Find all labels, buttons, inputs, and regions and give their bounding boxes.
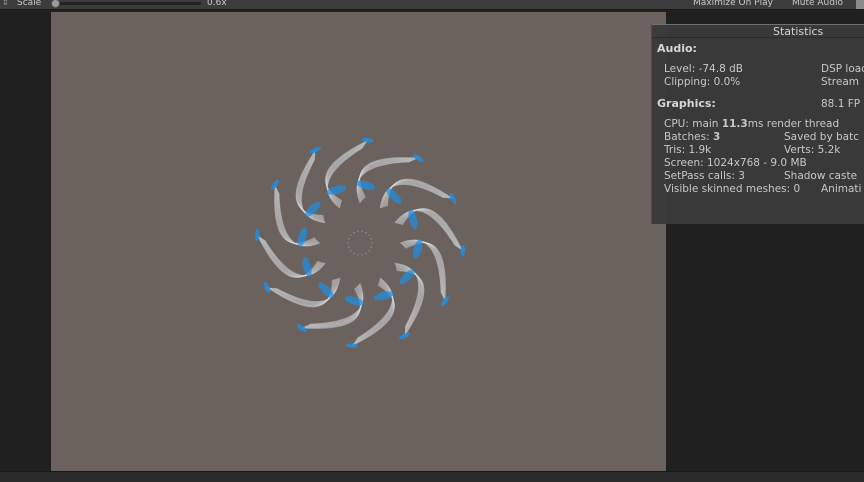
spiral-arm	[346, 277, 395, 348]
center-particle	[368, 234, 370, 236]
shadow-casters-stat: Shadow caste	[784, 170, 858, 182]
animations-stat: Animati	[821, 183, 862, 195]
saved-by-batching: Saved by batc	[784, 131, 859, 143]
center-particle	[365, 252, 367, 254]
scale-slider[interactable]	[55, 2, 201, 5]
audio-heading: Audio:	[657, 42, 697, 55]
skinned-meshes-stat: Visible skinned meshes: 0	[664, 183, 801, 195]
center-particle	[357, 254, 359, 256]
spiral-arm	[255, 229, 326, 278]
bottom-status-bar	[0, 471, 864, 482]
statistics-panel: Statistics Audio: Level: -74.8 dB DSP lo…	[651, 24, 864, 224]
dsp-load: DSP load	[821, 63, 864, 75]
batches-prefix: Batches:	[664, 131, 713, 143]
cpu-stats: CPU: main 11.3ms render thread	[664, 118, 839, 130]
unity-game-window: ⇕ Scale 0.6x Maximize On Play Mute Audio…	[0, 0, 864, 482]
particle-spiral	[255, 138, 465, 348]
center-particle	[353, 232, 355, 234]
spiral-arm	[379, 178, 457, 209]
spiral-arm	[263, 277, 341, 308]
audio-level: Level: -74.8 dB	[664, 63, 743, 75]
mute-audio-toggle[interactable]: Mute Audio	[792, 0, 843, 9]
screen-stat: Screen: 1024x768 - 9.0 MB	[664, 157, 807, 169]
batches-stat: Batches: 3	[664, 131, 720, 143]
verts-stat: Verts: 5.2k	[784, 144, 841, 156]
center-particle	[350, 250, 352, 252]
center-particle	[357, 230, 359, 232]
cpu-suffix: ms render thread	[747, 118, 840, 130]
center-particle	[353, 252, 355, 254]
center-particle	[370, 246, 372, 248]
center-particle	[371, 242, 373, 244]
audio-stream: Stream	[821, 76, 859, 88]
center-particle	[347, 242, 349, 244]
center-particle	[365, 232, 367, 234]
game-viewport[interactable]	[51, 12, 666, 471]
graphics-fps: 88.1 FP	[821, 98, 861, 110]
center-particle	[350, 234, 352, 236]
cpu-prefix: CPU: main	[664, 118, 722, 130]
center-particle	[361, 254, 363, 256]
scale-slider-thumb[interactable]	[51, 0, 60, 8]
toolbar-overflow-button[interactable]	[856, 0, 864, 9]
statistics-title: Statistics	[652, 25, 864, 38]
center-particle	[368, 250, 370, 252]
spiral-arm	[394, 208, 465, 257]
game-view-toolbar: ⇕ Scale 0.6x Maximize On Play Mute Audio	[0, 0, 864, 10]
center-particle	[348, 238, 350, 240]
center-particle	[361, 230, 363, 232]
center-particle	[348, 246, 350, 248]
scale-label: Scale	[17, 0, 42, 8]
graphics-heading: Graphics:	[657, 97, 716, 110]
maximize-on-play-toggle[interactable]: Maximize On Play	[693, 0, 773, 9]
spiral-arm	[295, 146, 326, 224]
updown-arrows-icon[interactable]: ⇕	[2, 0, 9, 9]
setpass-stat: SetPass calls: 3	[664, 170, 745, 182]
center-particle	[370, 238, 372, 240]
spiral-arm	[325, 138, 374, 209]
spiral-arm	[394, 262, 425, 340]
audio-clipping: Clipping: 0.0%	[664, 76, 741, 88]
scale-value: 0.6x	[207, 0, 227, 8]
tris-stat: Tris: 1.9k	[664, 144, 712, 156]
cpu-main-value: 11.3	[721, 118, 748, 130]
batches-value: 3	[713, 131, 721, 143]
